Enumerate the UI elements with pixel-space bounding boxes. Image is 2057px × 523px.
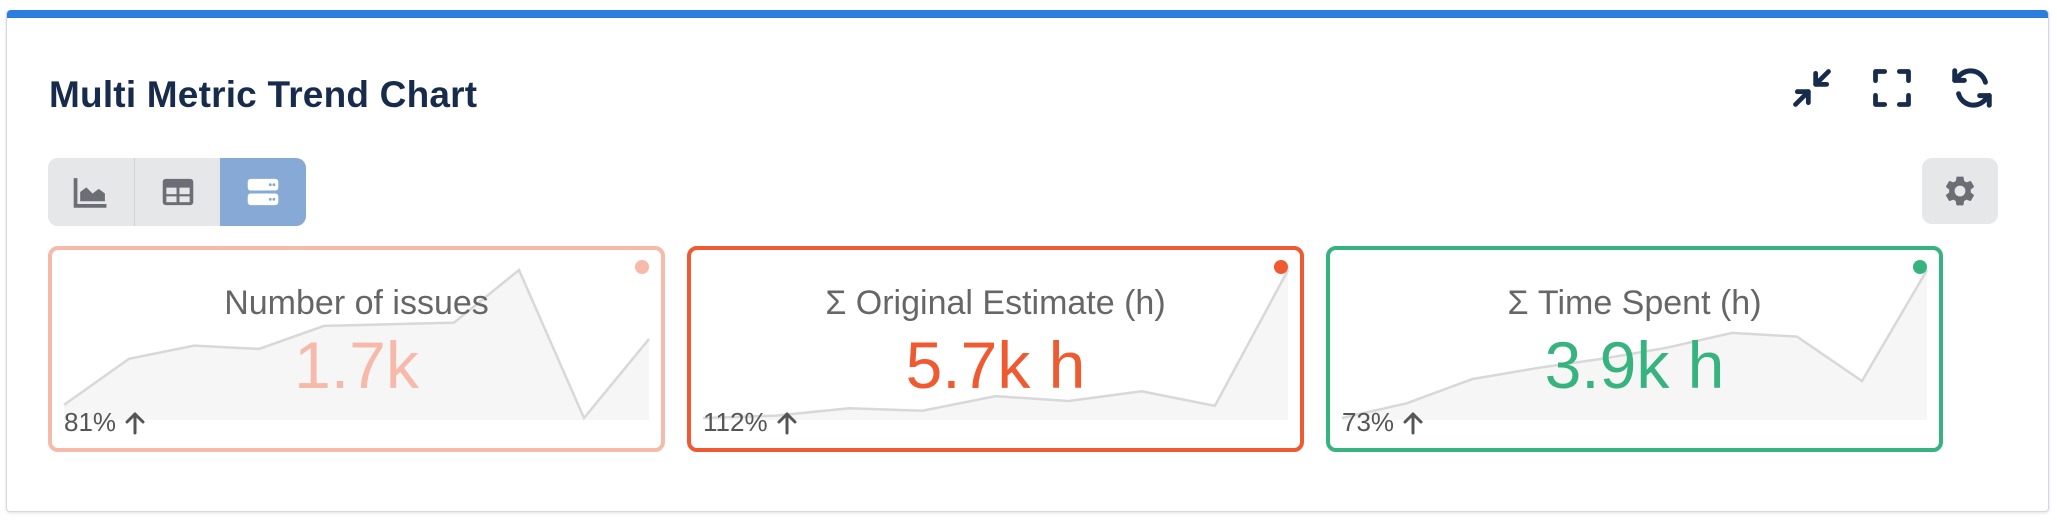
arrow-up-icon [777,412,797,434]
panel-accent-bar [7,10,2048,18]
collapse-button[interactable] [1786,62,1838,114]
card-value: 1.7k [294,328,419,402]
card-title: Number of issues [224,284,489,322]
refresh-button[interactable] [1946,62,1998,114]
card-color-dot [635,260,649,274]
table-view-button[interactable] [134,158,220,226]
chart-view-button[interactable] [48,158,134,226]
fullscreen-icon [1873,69,1911,107]
card-color-dot [1913,260,1927,274]
fullscreen-button[interactable] [1866,62,1918,114]
metric-card-number-of-issues[interactable]: Number of issues 1.7k 81% [48,246,665,452]
header-actions [1786,62,1998,114]
arrow-up-icon [125,412,145,434]
card-title: Σ Original Estimate (h) [825,284,1166,322]
page-title: Multi Metric Trend Chart [49,74,478,115]
card-value: 5.7k h [905,328,1086,402]
change-percent: 73% [1342,407,1395,437]
card-color-dot [1274,260,1288,274]
metric-card-time-spent[interactable]: Σ Time Spent (h) 3.9k h 73% [1326,246,1943,452]
card-change: 73% [1342,407,1424,438]
metric-card-original-estimate[interactable]: Σ Original Estimate (h) 5.7k h 112% [687,246,1304,452]
settings-button[interactable] [1922,158,1998,224]
cards-icon [247,178,279,206]
area-chart-icon [73,178,107,208]
collapse-icon [1793,69,1831,107]
card-value: 3.9k h [1544,328,1725,402]
card-title: Σ Time Spent (h) [1507,284,1762,322]
arrow-up-icon [1403,412,1423,434]
card-change: 112% [703,407,798,438]
gear-icon [1945,176,1975,206]
card-change: 81% [64,407,146,438]
change-percent: 81% [64,407,117,437]
gadget-panel: Multi Metric Trend Chart Number of issue… [6,10,2049,512]
cards-view-button[interactable] [220,158,306,226]
change-percent: 112% [703,407,768,437]
refresh-icon [1952,68,1992,108]
table-icon [162,178,193,206]
view-mode-toggle [48,158,306,226]
